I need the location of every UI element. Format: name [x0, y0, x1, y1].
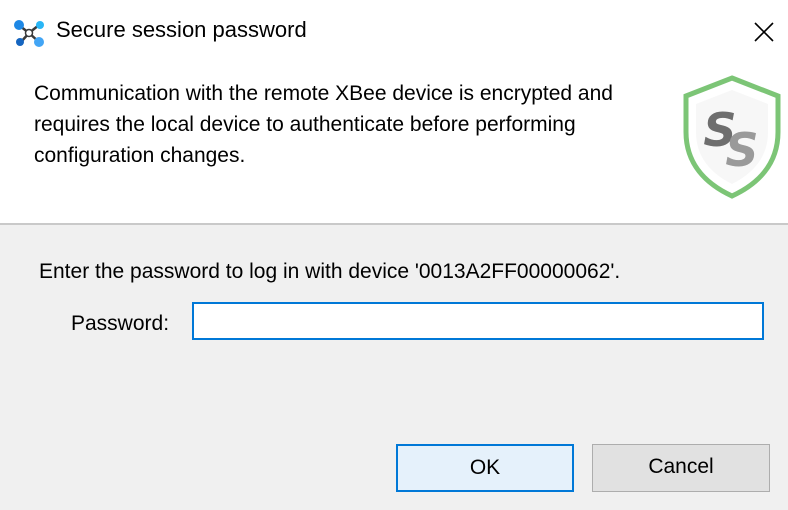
- cancel-button[interactable]: Cancel: [592, 444, 770, 492]
- secure-session-shield-icon: S S: [680, 74, 784, 200]
- password-input[interactable]: [192, 302, 764, 340]
- xbee-network-icon: [12, 18, 46, 48]
- close-button[interactable]: [742, 12, 786, 52]
- password-label: Password:: [71, 312, 170, 335]
- close-icon: [754, 22, 774, 42]
- secure-session-dialog: Secure session password Communication wi…: [0, 0, 788, 510]
- title-bar: Secure session password: [0, 0, 788, 62]
- password-prompt: Enter the password to log in with device…: [39, 260, 621, 283]
- window-title: Secure session password: [56, 17, 307, 42]
- svg-text:S: S: [725, 123, 758, 177]
- header-message: Communication with the remote XBee devic…: [34, 82, 613, 167]
- header-panel: Communication with the remote XBee devic…: [0, 62, 788, 222]
- form-panel: Enter the password to log in with device…: [0, 225, 788, 510]
- ok-button[interactable]: OK: [396, 444, 574, 492]
